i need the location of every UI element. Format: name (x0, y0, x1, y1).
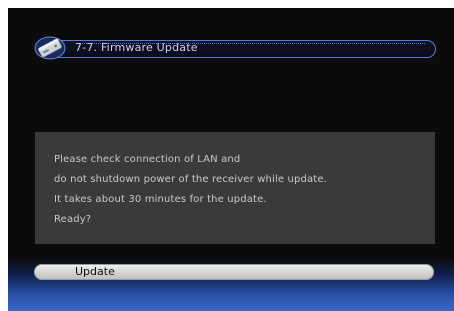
satellite-receiver-icon (34, 36, 66, 60)
message-line: Ready? (54, 214, 92, 225)
update-button[interactable]: Update (34, 264, 434, 280)
message-line: It takes about 30 minutes for the update… (54, 194, 267, 205)
page-title: 7-7. Firmware Update (75, 41, 198, 54)
osd-screen: 7-7. Firmware Update Please check connec… (8, 8, 454, 311)
message-panel: Please check connection of LAN and do no… (35, 132, 435, 244)
update-button-label: Update (75, 265, 115, 278)
message-line: do not shutdown power of the receiver wh… (54, 174, 327, 185)
message-line: Please check connection of LAN and (54, 154, 241, 165)
